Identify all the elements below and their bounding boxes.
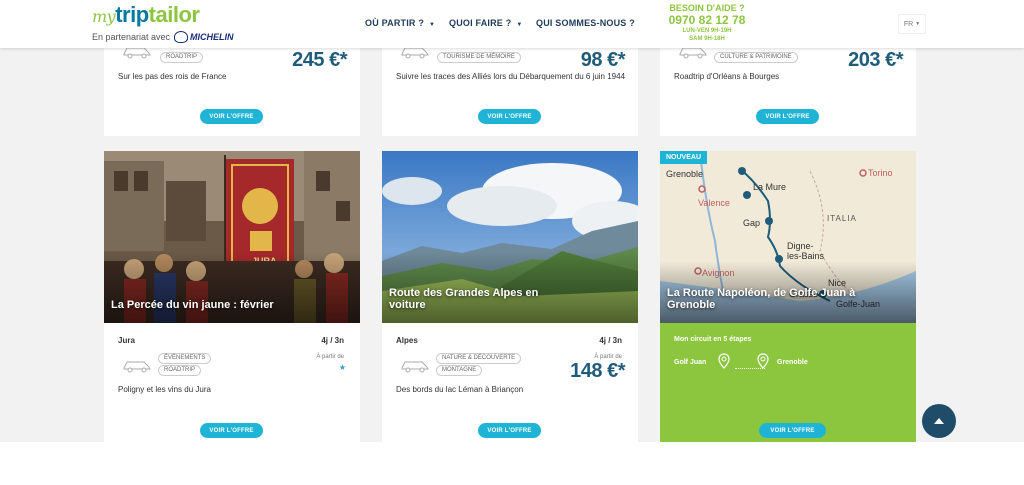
help-hours-weekday: LUN-VEN 9H-19H (682, 28, 732, 34)
view-offer-button[interactable]: VOIR L'OFFRE (478, 109, 541, 124)
map-label-grenoble: Grenoble (666, 169, 703, 179)
offer-title[interactable]: La Route Napoléon, de Golfe Juan à Greno… (667, 287, 867, 311)
site-header: mytriptailor En partenariat avec MICHELI… (0, 0, 1024, 48)
offer-title[interactable]: La Percée du vin jaune : février (111, 299, 291, 311)
route-map[interactable]: Grenoble La Mure Valence Torino ITALIA G… (660, 151, 916, 323)
help-hours-saturday: SAM 9H-18H (689, 36, 725, 42)
star-icon: ★ (338, 363, 346, 372)
view-offer-button[interactable]: VOIR L'OFFRE (759, 423, 826, 438)
scroll-to-top-button[interactable] (922, 404, 956, 438)
view-offer-button[interactable]: VOIR L'OFFRE (756, 109, 819, 124)
car-icon (123, 361, 151, 373)
offer-description: Des bords du lac Léman à Briançon (396, 385, 524, 394)
svg-text:les-Bains: les-Bains (787, 251, 825, 261)
destination: Jura (118, 336, 135, 345)
logo-tailor: tailor (148, 2, 200, 27)
new-badge: NOUVEAU (660, 151, 708, 164)
view-offer-button[interactable]: VOIR L'OFFRE (478, 423, 541, 438)
tag: NATURE & DÉCOUVERTE (436, 353, 522, 364)
tag: ROADTRIP (160, 52, 204, 63)
caret-down-icon: ▼ (915, 21, 921, 27)
offer-photo[interactable]: JURA La Percée du vin jaune : février (104, 151, 360, 323)
michelin-man-icon (174, 31, 189, 43)
svg-text:Gap: Gap (743, 218, 760, 228)
view-offer-button[interactable]: VOIR L'OFFRE (200, 109, 263, 124)
tag: MONTAGNE (436, 365, 483, 376)
nav-label: QUI SOMMES-NOUS ? (536, 18, 635, 28)
offer-card-jura[interactable]: JURA La Percée du vin jaune : février Ju… (104, 151, 360, 442)
car-icon (401, 361, 429, 373)
logo-my: my (92, 7, 116, 26)
map-pin-icon (718, 353, 730, 369)
tag: ÉVÈNEMENTS (158, 353, 212, 364)
caret-down-icon: ▼ (429, 22, 436, 28)
tag: TOURISME DE MÉMOIRE (437, 52, 521, 63)
circuit-block: Mon circuit en 5 étapes Golf Juan Grenob… (660, 323, 916, 442)
offer-card-alpes[interactable]: Route des Grandes Alpes en voiture Alpes… (382, 151, 638, 442)
offer-description: Roadtrip d'Orléans à Bourges (674, 72, 780, 81)
view-offer-button[interactable]: VOIR L'OFFRE (200, 423, 263, 438)
partner-line: En partenariat avec MICHELIN (92, 31, 234, 43)
svg-text:La Mure: La Mure (753, 182, 786, 192)
route-end: Grenoble (777, 359, 808, 366)
map-pin-icon (757, 353, 769, 369)
price-from-label: À partir de (316, 354, 344, 360)
festival-photo: JURA (104, 151, 360, 323)
logo-trip: trip (115, 2, 149, 27)
nav-qui-sommes-nous[interactable]: QUI SOMMES-NOUS ? (536, 18, 635, 28)
arrow-up-icon (934, 418, 944, 424)
partner-text: En partenariat avec (92, 32, 171, 42)
svg-text:Valence: Valence (698, 198, 730, 208)
michelin-brand: MICHELIN (190, 32, 234, 42)
offer-description: Poligny et les vins du Jura (118, 385, 211, 394)
nav-quoi-faire[interactable]: QUOI FAIRE ? ▼ (449, 18, 523, 28)
duration: 4j / 3n (599, 336, 622, 345)
circuit-label: Mon circuit en 5 étapes (674, 336, 752, 343)
nav-label: OÙ PARTIR ? (365, 18, 425, 28)
svg-text:Digne-: Digne- (787, 241, 814, 251)
offer-description: Sur les pas des rois de France (118, 72, 227, 81)
price: 148 €* (570, 360, 625, 382)
offer-description: Suivre les traces des Alliés lors du Déb… (396, 72, 626, 81)
offer-photo[interactable]: Route des Grandes Alpes en voiture (382, 151, 638, 323)
language-label: FR (903, 20, 914, 28)
nav-ou-partir[interactable]: OÙ PARTIR ? ▼ (365, 18, 435, 28)
nav-label: QUOI FAIRE ? (449, 18, 512, 28)
price: 98 €* (580, 49, 626, 71)
michelin-logo: MICHELIN (174, 31, 234, 43)
language-selector[interactable]: FR ▼ (898, 14, 926, 34)
offer-title[interactable]: Route des Grandes Alpes en voiture (389, 287, 569, 311)
help-phone[interactable]: 0970 82 12 78 (660, 13, 754, 27)
caret-down-icon: ▼ (516, 22, 523, 28)
price: 203 €* (848, 49, 903, 71)
tag: ROADTRIP (158, 365, 202, 376)
price: 245 €* (292, 49, 347, 71)
svg-text:Torino: Torino (868, 168, 893, 178)
svg-text:ITALIA: ITALIA (827, 214, 857, 223)
route-start: Golf Juan (674, 359, 707, 366)
tag: CULTURE & PATRIMOINE (714, 52, 798, 63)
help-title: BESOIN D'AIDE ? (669, 3, 745, 13)
mytriptailor-logo[interactable]: mytriptailor (92, 2, 200, 30)
offer-card-route-napoleon[interactable]: Grenoble La Mure Valence Torino ITALIA G… (660, 151, 916, 442)
help-block[interactable]: BESOIN D'AIDE ? 0970 82 12 78 LUN-VEN 9H… (660, 3, 754, 43)
duration: 4j / 3n (321, 336, 344, 345)
destination: Alpes (396, 336, 418, 345)
